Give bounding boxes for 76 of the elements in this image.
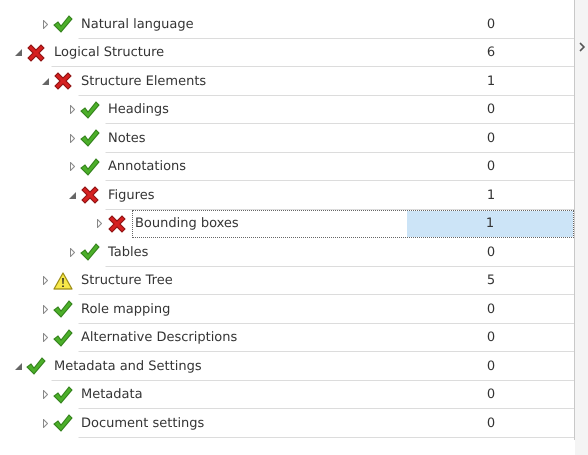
cross-icon	[52, 71, 74, 92]
tree-row[interactable]: Document settings 0	[78, 409, 574, 438]
check-icon	[52, 299, 74, 320]
tree-row[interactable]: Figures 1	[105, 181, 574, 210]
row-label: Figures	[107, 186, 156, 205]
check-icon	[79, 100, 101, 120]
tree-row[interactable]: Role mapping 0	[78, 295, 574, 324]
expand-arrow-icon[interactable]	[43, 418, 48, 428]
collapse-arrow-icon[interactable]	[15, 49, 22, 56]
row-label: Role mapping	[80, 300, 172, 319]
cross-icon	[79, 185, 101, 206]
tree-row[interactable]: Logical Structure 6	[51, 38, 574, 67]
tree-row[interactable]: Structure Tree 5	[78, 266, 574, 295]
count-cell-text: 0	[486, 358, 496, 376]
expand-arrow-icon[interactable]	[43, 390, 48, 400]
count-cell-text: 0	[486, 130, 496, 148]
row-label: Annotations	[107, 158, 188, 176]
count-cell-text: 0	[486, 101, 496, 120]
tree-row[interactable]: Bounding boxes 1	[132, 210, 574, 238]
expand-arrow-icon[interactable]	[43, 333, 48, 342]
chevron-icon[interactable]	[578, 42, 584, 52]
collapse-arrow-icon[interactable]	[15, 362, 22, 370]
check-icon	[25, 356, 47, 376]
expand-arrow-icon[interactable]	[70, 105, 75, 114]
tree-row[interactable]: Tables 0	[105, 238, 574, 266]
tree-row[interactable]: Metadata and Settings 0	[51, 352, 574, 380]
count-cell-text: 0	[486, 414, 496, 433]
cross-icon	[25, 42, 47, 63]
check-icon	[52, 328, 74, 348]
row-label: Document settings	[80, 414, 206, 433]
row-label: Notes	[107, 130, 147, 148]
count-cell-text: 0	[486, 300, 496, 319]
tree-row[interactable]: Metadata 0	[78, 380, 574, 409]
expand-arrow-icon[interactable]	[43, 304, 48, 314]
count-cell-text: 1	[486, 72, 496, 91]
tree-row[interactable]: Natural language 0	[78, 10, 574, 38]
row-label: Headings	[107, 101, 170, 120]
warning-icon	[52, 270, 74, 291]
cross-icon	[106, 214, 128, 234]
expand-arrow-icon[interactable]	[70, 162, 75, 172]
check-icon	[79, 242, 101, 262]
tree-row[interactable]: Annotations 0	[105, 152, 574, 181]
row-label: Tables	[107, 244, 150, 262]
check-icon	[79, 156, 101, 177]
expand-arrow-icon[interactable]	[70, 134, 75, 143]
row-label: Natural language	[80, 16, 195, 34]
row-label: Bounding boxes	[134, 215, 240, 234]
collapse-arrow-icon[interactable]	[42, 78, 49, 85]
check-icon	[52, 384, 74, 405]
count-cell-text: 0	[486, 329, 496, 348]
count-cell-text: 1	[486, 186, 496, 205]
tree-row[interactable]: Headings 0	[105, 96, 574, 124]
count-cell: 1	[407, 210, 573, 237]
count-cell-text: 0	[486, 244, 496, 262]
row-label: Structure Tree	[80, 272, 174, 290]
tree-row[interactable]: Alternative Descriptions 0	[78, 324, 574, 352]
tree-row[interactable]: Structure Elements 1	[78, 67, 574, 96]
count-cell-text: 0	[486, 16, 496, 34]
row-label: Metadata	[80, 386, 144, 404]
row-label: Alternative Descriptions	[80, 329, 238, 348]
tree-row[interactable]: Notes 0	[105, 124, 574, 152]
count-cell-text: 5	[486, 272, 496, 290]
check-icon	[52, 14, 74, 34]
expand-arrow-icon[interactable]	[43, 276, 48, 286]
count-cell-text: 0	[486, 158, 496, 176]
count-cell-text: 0	[486, 386, 496, 404]
row-label: Structure Elements	[80, 72, 208, 91]
expand-arrow-icon[interactable]	[70, 248, 75, 257]
row-label: Logical Structure	[53, 44, 166, 62]
count-cell-text: 6	[486, 44, 496, 62]
collapse-arrow-icon[interactable]	[69, 192, 76, 199]
check-icon	[52, 413, 74, 434]
check-icon	[79, 128, 101, 148]
row-label: Metadata and Settings	[53, 358, 203, 376]
expand-arrow-icon[interactable]	[97, 219, 102, 228]
expand-arrow-icon[interactable]	[43, 20, 48, 29]
